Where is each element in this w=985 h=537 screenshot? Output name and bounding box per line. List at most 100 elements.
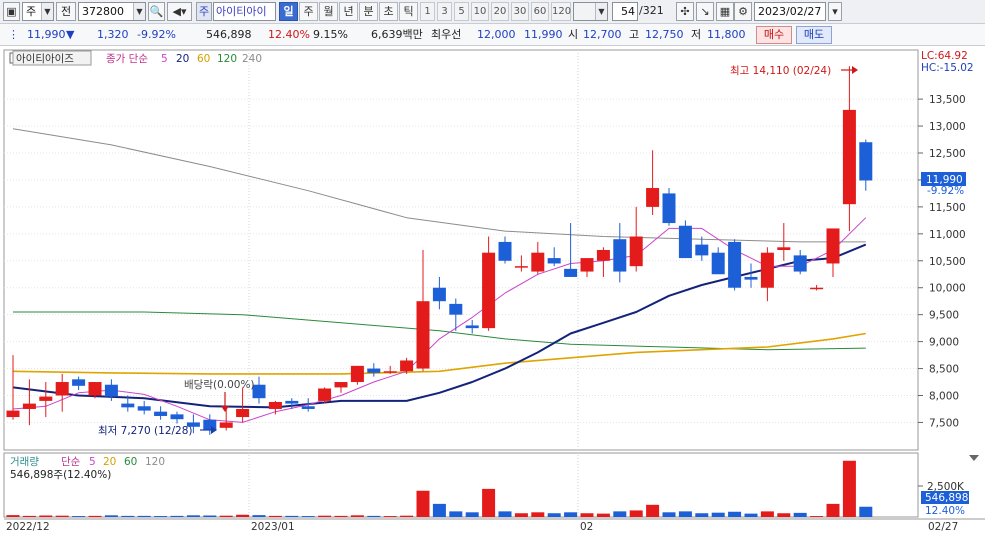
settings-icon[interactable]: ⚙ (734, 2, 752, 21)
volume-bar[interactable] (6, 515, 20, 517)
vol-ma20-legend[interactable]: 20 (103, 456, 116, 468)
buy-button[interactable]: 매수 (756, 26, 792, 44)
sell-button[interactable]: 매도 (796, 26, 832, 44)
volume-bar[interactable] (793, 512, 807, 517)
display-count-input[interactable]: 54 (612, 2, 638, 21)
candle[interactable] (662, 188, 676, 226)
volume-bar[interactable] (170, 515, 184, 517)
date-input[interactable]: 2023/02/27 (754, 2, 826, 21)
volume-bar[interactable] (449, 511, 463, 517)
volume-bar[interactable] (121, 515, 135, 517)
volume-bar[interactable] (596, 513, 610, 517)
volume-bar[interactable] (711, 512, 725, 517)
minute-3[interactable]: 3 (437, 2, 452, 21)
volume-bar[interactable] (859, 506, 873, 517)
speaker-icon[interactable]: ◀▾ (167, 2, 192, 21)
volume-bar[interactable] (55, 515, 69, 517)
period-week[interactable]: 주 (299, 2, 318, 21)
minute-5[interactable]: 5 (454, 2, 469, 21)
volume-bar[interactable] (252, 515, 266, 517)
search-icon[interactable]: 🔍 (148, 2, 165, 21)
volume-bar[interactable] (432, 503, 446, 517)
volume-bar[interactable] (219, 515, 233, 517)
volume-bar[interactable] (104, 515, 118, 517)
volume-bar[interactable] (646, 504, 660, 517)
vol-ma120-legend[interactable]: 120 (145, 456, 165, 468)
chart-expand-icon[interactable]: ↘ (696, 2, 714, 21)
volume-bar[interactable] (334, 515, 348, 517)
candle[interactable] (350, 365, 364, 385)
volume-bar[interactable] (203, 515, 217, 518)
volume-bar[interactable] (728, 511, 742, 517)
market-select[interactable]: 주 ▼ (22, 2, 54, 21)
volume-bar[interactable] (285, 515, 299, 517)
period-day[interactable]: 일 (279, 2, 298, 21)
volume-panel-collapse-icon[interactable] (969, 455, 979, 461)
volume-bar[interactable] (662, 512, 676, 517)
ma120-legend[interactable]: 120 (217, 53, 237, 65)
minute-120[interactable]: 120 (551, 2, 571, 21)
volume-bar[interactable] (760, 511, 774, 517)
volume-bar[interactable] (88, 515, 102, 517)
minute-1[interactable]: 1 (420, 2, 435, 21)
volume-bar[interactable] (810, 516, 824, 517)
vol-ma60-legend[interactable]: 60 (124, 456, 137, 468)
ma60-legend[interactable]: 60 (197, 53, 210, 65)
stock-name-field[interactable]: 아이티아이 (213, 2, 276, 21)
volume-bar[interactable] (613, 511, 627, 517)
volume-bar[interactable] (498, 511, 512, 517)
volume-bar[interactable] (465, 512, 479, 517)
volume-bar[interactable] (744, 513, 758, 517)
volume-bar[interactable] (301, 516, 315, 517)
calendar-icon[interactable]: ▾ (828, 2, 842, 21)
volume-bar[interactable] (777, 513, 791, 517)
volume-bar[interactable] (137, 515, 151, 517)
vol-ma5-legend[interactable]: 5 (89, 456, 96, 468)
volume-bar[interactable] (268, 515, 282, 517)
volume-bar[interactable] (318, 515, 332, 517)
ma5-legend[interactable]: 5 (161, 53, 168, 65)
volume-bar[interactable] (531, 512, 545, 517)
volume-bar[interactable] (826, 503, 840, 517)
volume-bar[interactable] (72, 516, 86, 517)
save-icon[interactable]: ▦ (716, 2, 734, 21)
volume-bar[interactable] (350, 515, 364, 517)
volume-bar[interactable] (236, 514, 250, 517)
volume-bar[interactable] (367, 515, 381, 517)
ma240-legend[interactable]: 240 (242, 53, 262, 65)
period-month[interactable]: 월 (319, 2, 338, 21)
period-year[interactable]: 년 (339, 2, 358, 21)
volume-bar[interactable] (186, 515, 200, 517)
volume-bar[interactable] (482, 488, 496, 517)
volume-bar[interactable] (39, 515, 53, 518)
volume-bar[interactable] (842, 460, 856, 517)
chart-canvas[interactable]: 13,50013,00012,50012,00011,50011,00010,5… (0, 46, 985, 537)
prev-button[interactable]: 전 (56, 2, 76, 21)
minute-30[interactable]: 30 (511, 2, 529, 21)
volume-bar[interactable] (629, 510, 643, 517)
volume-bar[interactable] (383, 516, 397, 517)
volume-bar[interactable] (22, 515, 36, 517)
price-chart[interactable]: 13,50013,00012,50012,00011,50011,00010,5… (0, 46, 985, 537)
stock-code-input[interactable]: 372800 ▼ (78, 2, 146, 21)
period-minute[interactable]: 분 (359, 2, 378, 21)
volume-bar[interactable] (564, 512, 578, 517)
volume-bar[interactable] (678, 511, 692, 517)
period-second[interactable]: 초 (379, 2, 398, 21)
candle[interactable] (678, 220, 692, 259)
volume-bar[interactable] (580, 513, 594, 517)
volume-bar[interactable] (514, 513, 528, 517)
minute-20[interactable]: 20 (491, 2, 509, 21)
period-tick[interactable]: 틱 (399, 2, 418, 21)
jongmok-badge[interactable]: 주 (196, 2, 212, 21)
minute-60[interactable]: 60 (531, 2, 549, 21)
custom-period-select[interactable]: ▼ (573, 2, 608, 21)
volume-bar[interactable] (695, 513, 709, 517)
volume-bar[interactable] (416, 490, 430, 517)
ma20-legend[interactable]: 20 (176, 53, 189, 65)
chart-window-icon[interactable]: ▣ (3, 2, 20, 21)
volume-bar[interactable] (400, 515, 414, 517)
minute-10[interactable]: 10 (471, 2, 489, 21)
volume-bar[interactable] (154, 516, 168, 517)
candle[interactable] (728, 239, 742, 291)
